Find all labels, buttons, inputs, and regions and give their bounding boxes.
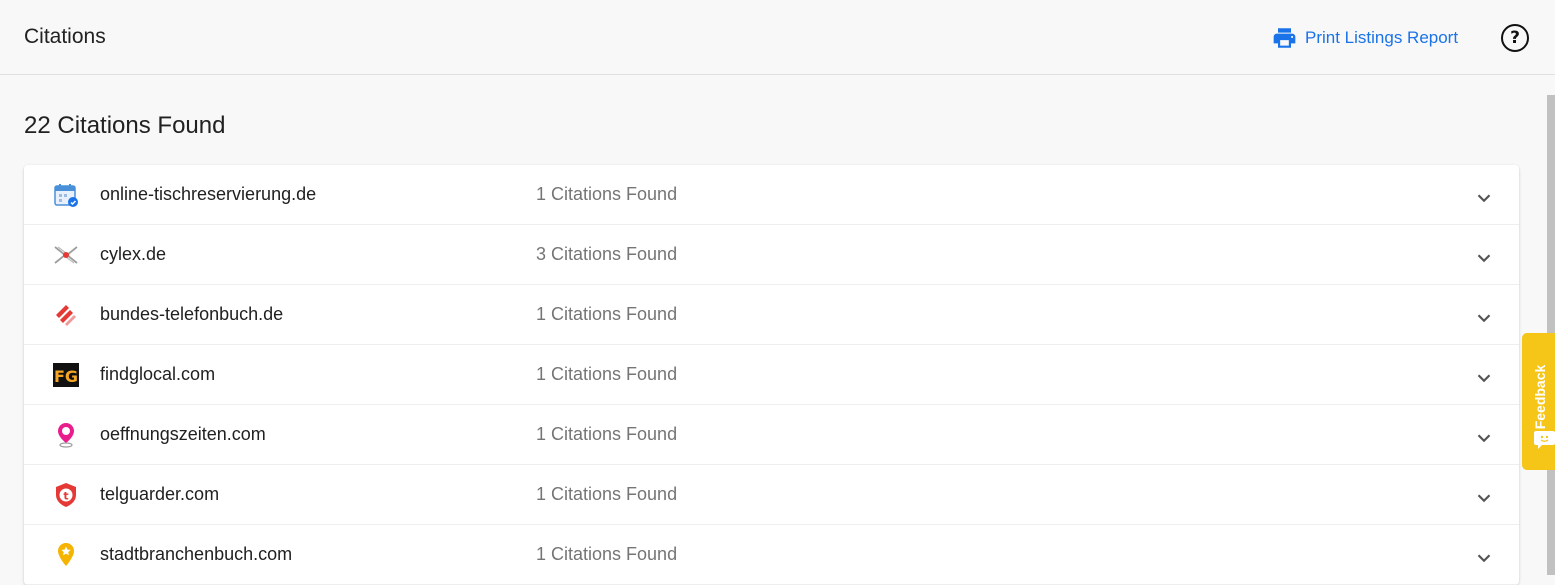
chevron-down-icon[interactable] xyxy=(1473,307,1495,329)
feedback-label: Feedback xyxy=(1532,364,1548,430)
chevron-down-icon[interactable] xyxy=(1473,487,1495,509)
print-listings-report-label: Print Listings Report xyxy=(1305,28,1459,47)
top-bar: Citations Print Listings Report ? xyxy=(0,0,1555,75)
citation-count: 1 Citations Found xyxy=(536,184,678,204)
cylex-logo xyxy=(52,241,80,269)
site-name: oeffnungszeiten.com xyxy=(100,424,266,444)
svg-text:FG: FG xyxy=(54,367,78,386)
site-name: findglocal.com xyxy=(100,364,216,384)
page-title: Citations xyxy=(24,25,106,48)
citation-row[interactable]: online-tischreservierung.de 1 Citations … xyxy=(24,165,1519,225)
citations-count-heading: 22 Citations Found xyxy=(24,112,226,139)
chevron-down-icon[interactable] xyxy=(1473,367,1495,389)
fg-logo: FG xyxy=(52,361,80,389)
stripes-logo xyxy=(52,301,80,329)
site-name: online-tischreservierung.de xyxy=(100,184,317,204)
star-pin-icon xyxy=(52,541,80,569)
citation-count: 1 Citations Found xyxy=(536,484,678,504)
chevron-down-icon[interactable] xyxy=(1473,427,1495,449)
chevron-down-icon[interactable] xyxy=(1473,187,1495,209)
site-name: bundes-telefonbuch.de xyxy=(100,304,284,324)
printer-icon xyxy=(1273,28,1296,48)
site-name: telguarder.com xyxy=(100,484,220,504)
site-name: cylex.de xyxy=(100,244,167,264)
citation-row[interactable]: t telguarder.com 1 Citations Found xyxy=(24,465,1519,525)
feedback-tab[interactable]: Feedback xyxy=(1522,333,1555,470)
help-circle-icon[interactable]: ? xyxy=(1501,24,1529,52)
map-pin-icon xyxy=(52,421,80,449)
shield-t-logo: t xyxy=(52,481,80,509)
calendar-icon xyxy=(52,181,80,209)
citation-count: 1 Citations Found xyxy=(536,424,678,444)
print-listings-report-button[interactable]: Print Listings Report xyxy=(1271,25,1458,51)
site-name: stadtbranchenbuch.com xyxy=(100,544,293,564)
chat-icon xyxy=(1534,431,1555,449)
citation-count: 1 Citations Found xyxy=(536,304,678,324)
citations-list: online-tischreservierung.de 1 Citations … xyxy=(24,165,1519,585)
citation-count: 1 Citations Found xyxy=(536,544,678,564)
citation-row[interactable]: stadtbranchenbuch.com 1 Citations Found xyxy=(24,525,1519,585)
citation-count: 3 Citations Found xyxy=(536,244,678,264)
citation-row[interactable]: FG findglocal.com 1 Citations Found xyxy=(24,345,1519,405)
citation-row[interactable]: bundes-telefonbuch.de 1 Citations Found xyxy=(24,285,1519,345)
svg-text:t: t xyxy=(63,490,68,503)
citation-row[interactable]: cylex.de 3 Citations Found xyxy=(24,225,1519,285)
chevron-down-icon[interactable] xyxy=(1473,247,1495,269)
chevron-down-icon[interactable] xyxy=(1473,547,1495,569)
citation-row[interactable]: oeffnungszeiten.com 1 Citations Found xyxy=(24,405,1519,465)
citation-count: 1 Citations Found xyxy=(536,364,678,384)
